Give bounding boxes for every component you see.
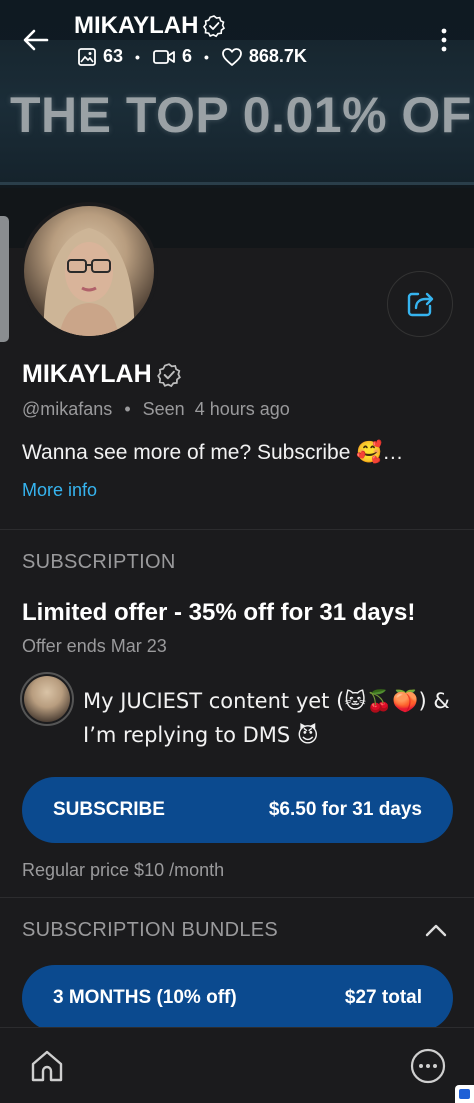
kebab-menu-icon[interactable] [434,26,454,54]
verified-icon [203,15,226,38]
videos-count: 6 [181,46,192,66]
home-icon[interactable] [28,1047,66,1085]
seen-label: Seen 4 hours ago [142,399,290,419]
heart-icon [221,47,242,66]
likes-count: 868.7K [248,46,307,66]
avatar-image [24,206,154,336]
separator-dot: • [135,48,140,65]
top-stats: 63 • 6 • 868.7K [77,46,307,67]
offer-ends: Offer ends Mar 23 [22,636,167,656]
subscribe-button[interactable]: SUBSCRIBE $6.50 for 31 days [22,777,453,843]
verified-icon [156,362,181,387]
divider [0,897,474,898]
photos-stat[interactable]: 63 [77,46,123,67]
profile-name: MIKAYLAH [22,360,182,389]
bundle-button-3-months[interactable]: 3 MONTHS (10% off) $27 total [22,965,453,1031]
likes-stat: 868.7K [221,46,307,67]
separator-dot: • [124,399,131,419]
videos-stat[interactable]: 6 [152,46,192,67]
separator-dot: • [203,48,209,65]
more-info-link[interactable]: More info [22,480,97,501]
avatar-portrait [43,228,135,336]
cover-text: THE TOP 0.01% OF [10,87,472,143]
profile-bio: Wanna see more of me? Subscribe 🥰… [22,441,404,464]
image-icon [78,47,96,66]
top-title: MIKAYLAH [74,12,226,40]
bundle-price: $27 total [344,987,422,1008]
photos-count: 63 [103,46,124,66]
divider [0,529,474,530]
handle-line: @mikafans • Seen 4 hours ago [22,399,290,420]
bundles-section-title: SUBSCRIPTION BUNDLES [22,919,279,941]
back-arrow-icon[interactable] [20,24,52,56]
subscription-section-title: SUBSCRIPTION [22,551,176,573]
chevron-up-icon[interactable] [424,920,448,940]
bundle-label: 3 MONTHS (10% off) [53,987,237,1008]
top-bar: MIKAYLAH 63 • 6 • 868.7K [0,0,474,80]
share-button[interactable] [387,271,453,337]
offer-message: My JUCIEST content yet (🐱🍒🍑) & I’m reply… [83,689,450,747]
share-icon [407,292,434,317]
regular-price: Regular price $10 /month [22,860,225,880]
corner-badge-icon [455,1085,474,1103]
message-avatar [20,672,74,726]
scroll-indicator[interactable] [0,216,9,342]
bottom-nav [0,1027,474,1103]
more-icon[interactable] [410,1048,446,1084]
subscribe-price: $6.50 for 31 days [268,799,422,820]
top-title-text: MIKAYLAH [74,12,199,39]
avatar[interactable] [20,202,158,340]
offer-title: Limited offer - 35% off for 31 days! [22,599,416,626]
profile-name-text: MIKAYLAH [22,360,152,388]
video-icon [153,49,175,64]
subscribe-label: SUBSCRIBE [53,799,165,820]
profile-handle: @mikafans [22,399,113,419]
